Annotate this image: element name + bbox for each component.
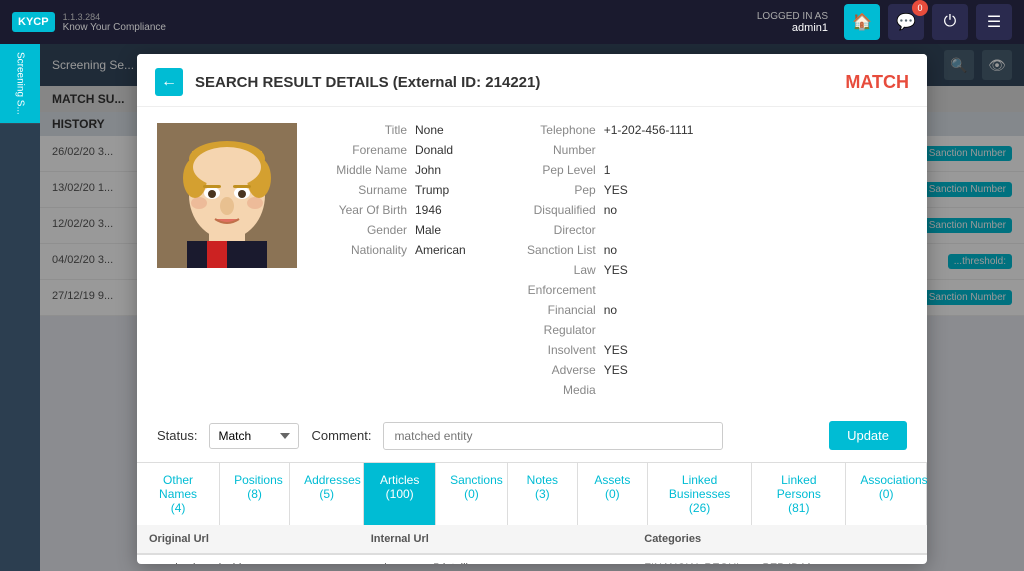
info-row-director: Director: [506, 223, 694, 237]
info-row-disqualified: Disqualified no: [506, 203, 694, 217]
profile-photo: [157, 123, 297, 268]
menu-button[interactable]: ☰: [976, 4, 1012, 40]
match-badge: MATCH: [845, 72, 909, 93]
tab-linked-businesses[interactable]: Linked Businesses (26): [648, 463, 752, 525]
update-button[interactable]: Update: [829, 421, 907, 450]
sidebar: Screening S...: [0, 44, 40, 571]
info-row-adverse: Adverse YES: [506, 363, 694, 377]
info-row-insolvent: Insolvent YES: [506, 343, 694, 357]
cell-internal-url: ..../reourus-e5-intelligence.com...: [359, 554, 633, 564]
status-row: Status: Match Comment: Update: [137, 413, 927, 462]
info-row-peplevel: Pep Level 1: [506, 163, 694, 177]
comment-label: Comment:: [311, 428, 371, 443]
info-row-telephone: Telephone +1-202-456-1111: [506, 123, 694, 137]
top-navigation: KYCP 1.1.3.284 Know Your Compliance LOGG…: [0, 0, 1024, 44]
app-version: 1.1.3.284: [63, 12, 166, 22]
info-col-right: Telephone +1-202-456-1111 Number Pep Lev…: [506, 123, 694, 397]
tab-addresses[interactable]: Addresses (5): [290, 463, 364, 525]
modal-header-left: ← SEARCH RESULT DETAILS (External ID: 21…: [155, 68, 540, 96]
info-row-media: Media: [506, 383, 694, 397]
info-row-number: Number: [506, 143, 694, 157]
profile-section: Title None Forename Donald Middle Name J…: [137, 107, 927, 413]
tab-positions[interactable]: Positions (8): [220, 463, 290, 525]
tab-sanctions[interactable]: Sanctions (0): [436, 463, 508, 525]
modal-scroll-area[interactable]: Title None Forename Donald Middle Name J…: [137, 107, 927, 564]
tab-other-names[interactable]: Other Names (4): [137, 463, 220, 525]
col-internal-url: Internal Url: [359, 525, 633, 554]
logo-subtext: 1.1.3.284 Know Your Compliance: [63, 12, 166, 33]
sidebar-item-screening[interactable]: Screening S...: [0, 44, 40, 124]
app-name: Know Your Compliance: [63, 22, 166, 33]
info-row-middlename: Middle Name John: [317, 163, 466, 177]
home-button[interactable]: 🏠: [844, 4, 880, 40]
tab-linked-persons[interactable]: Linked Persons (81): [752, 463, 846, 525]
info-row-forename: Forename Donald: [317, 143, 466, 157]
main-content: Screening Se... 🔍 👁 MATCH SU... HISTORY …: [40, 44, 1024, 571]
nav-icons: 🏠 💬 0 ⏻ ☰: [844, 4, 1012, 40]
cell-categories: FINANCIAL REGUL... PEP-IDA/...: [632, 554, 927, 564]
info-row-title: Title None: [317, 123, 466, 137]
table-row[interactable]: www.businessinsider.com ..../reourus-e5-…: [137, 554, 927, 564]
logo-area: KYCP 1.1.3.284 Know Your Compliance: [12, 12, 166, 33]
info-row-pep: Pep YES: [506, 183, 694, 197]
status-select[interactable]: Match: [209, 423, 299, 449]
top-nav-right: LOGGED IN AS admin1 🏠 💬 0 ⏻ ☰: [757, 4, 1012, 40]
tab-notes[interactable]: Notes (3): [508, 463, 578, 525]
info-row-nationality: Nationality American: [317, 243, 466, 257]
status-label: Status:: [157, 428, 197, 443]
info-row-regulator: Regulator: [506, 323, 694, 337]
modal-dialog: ← SEARCH RESULT DETAILS (External ID: 21…: [137, 54, 927, 564]
logo-text: KYCP: [18, 16, 49, 28]
tab-assets[interactable]: Assets (0): [578, 463, 648, 525]
back-button[interactable]: ←: [155, 68, 183, 96]
modal-header: ← SEARCH RESULT DETAILS (External ID: 21…: [137, 54, 927, 107]
table-header-row: Original Url Internal Url Categories: [137, 525, 927, 554]
info-row-financial: Financial no: [506, 303, 694, 317]
cell-original-url: www.businessinsider.com: [137, 554, 359, 564]
comment-input[interactable]: [383, 422, 723, 450]
power-button[interactable]: ⏻: [932, 4, 968, 40]
col-original-url: Original Url: [137, 525, 359, 554]
info-row-gender: Gender Male: [317, 223, 466, 237]
col-categories: Categories: [632, 525, 927, 554]
modal-overlay: ← SEARCH RESULT DETAILS (External ID: 21…: [40, 44, 1024, 571]
tab-associations[interactable]: Associations (0): [846, 463, 927, 525]
results-table: Original Url Internal Url Categories www…: [137, 525, 927, 564]
tabs-bar: Other Names (4) Positions (8) Addresses …: [137, 462, 927, 525]
notification-badge: 0: [912, 0, 928, 16]
modal-title: SEARCH RESULT DETAILS (External ID: 2142…: [195, 74, 540, 91]
info-row-yob: Year Of Birth 1946: [317, 203, 466, 217]
info-row-surname: Surname Trump: [317, 183, 466, 197]
info-row-enforcement: Enforcement: [506, 283, 694, 297]
page-layout: Screening S... Screening Se... 🔍 👁 MATCH…: [0, 44, 1024, 571]
tab-articles[interactable]: Articles (100): [364, 463, 436, 525]
messages-button[interactable]: 💬 0: [888, 4, 924, 40]
profile-info: Title None Forename Donald Middle Name J…: [317, 123, 907, 397]
logged-in-label: LOGGED IN AS admin1: [757, 11, 828, 34]
profile-image: [157, 123, 297, 268]
logo-box: KYCP: [12, 12, 55, 32]
info-col-left: Title None Forename Donald Middle Name J…: [317, 123, 466, 397]
info-row-sanctionlist: Sanction List no: [506, 243, 694, 257]
info-row-law: Law YES: [506, 263, 694, 277]
